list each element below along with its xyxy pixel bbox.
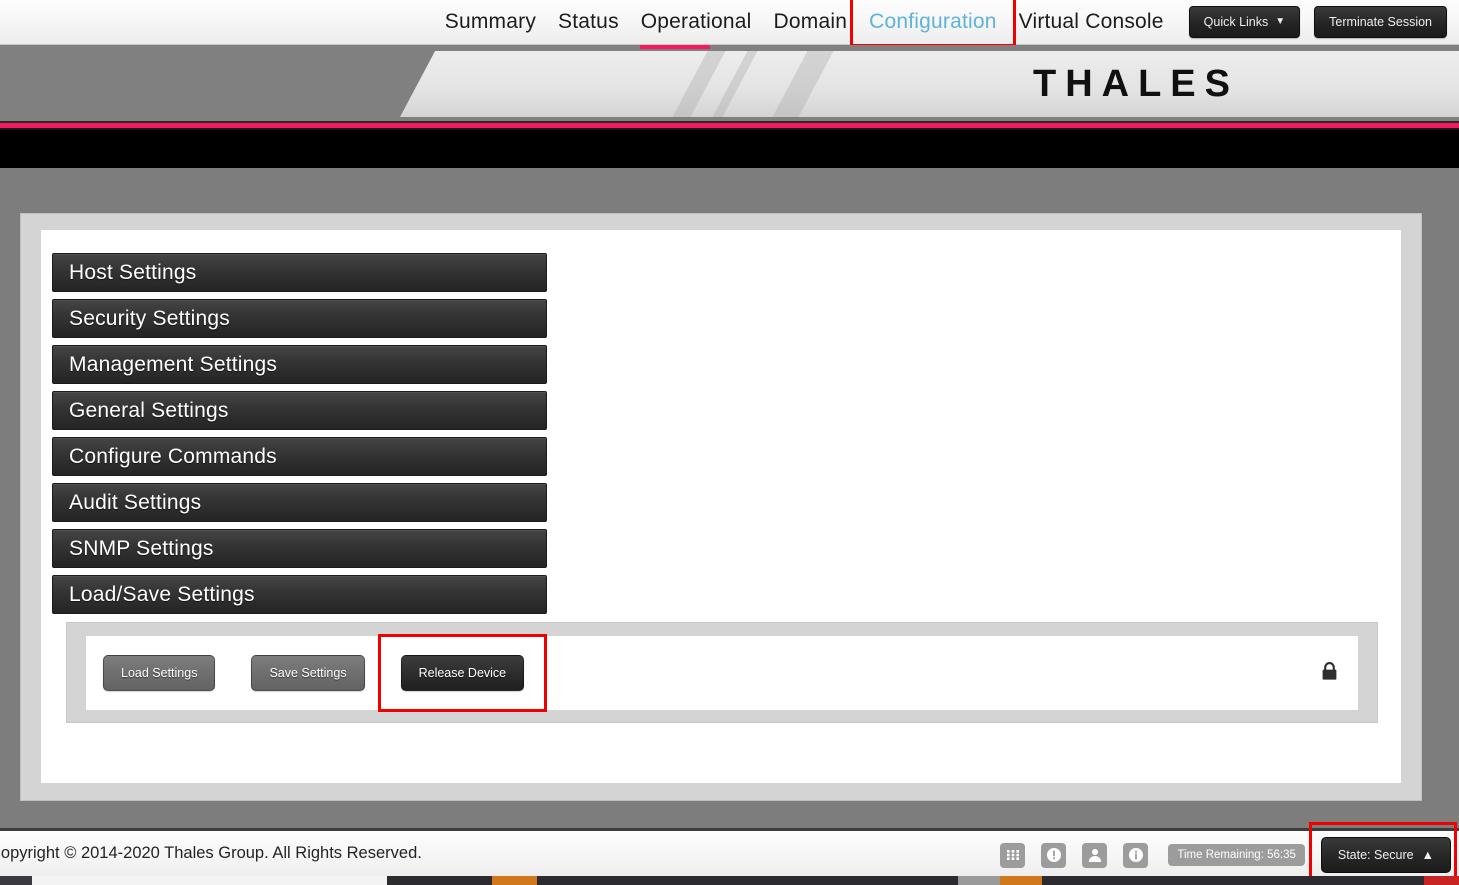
time-remaining-badge: Time Remaining: 56:35 <box>1168 844 1305 866</box>
brand-banner: THALES <box>0 45 1459 123</box>
quick-links-label: Quick Links <box>1203 15 1269 29</box>
content-outer-panel: Host Settings Security Settings Manageme… <box>20 213 1422 801</box>
taskbar-segment-3 <box>492 876 537 885</box>
state-secure-button[interactable]: State: Secure ▲ <box>1320 837 1451 873</box>
menu-item-load-save-settings[interactable]: Load/Save Settings <box>52 575 547 614</box>
brand-accent-line <box>0 121 1459 130</box>
taskbar-segment-5 <box>1000 876 1042 885</box>
menu-item-snmp-settings[interactable]: SNMP Settings <box>52 529 547 568</box>
top-navigation-bar: Summary Status Operational Domain Config… <box>0 0 1459 47</box>
grid-icon[interactable] <box>1000 842 1026 868</box>
footer-bar: Copyright © 2014-2020 Thales Group. All … <box>0 822 1459 885</box>
taskbar-segment-6 <box>1424 876 1459 885</box>
action-panel-inner: Load Settings Save Settings Release Devi… <box>86 634 1358 712</box>
release-device-button[interactable]: Release Device <box>400 655 525 691</box>
content-white-panel: Host Settings Security Settings Manageme… <box>41 230 1401 783</box>
menu-item-management-settings[interactable]: Management Settings <box>52 345 547 384</box>
thales-logo: THALES <box>1033 63 1239 105</box>
chevron-down-icon: ▼ <box>1275 16 1286 27</box>
nav-configuration-wrapper: Configuration <box>850 0 1016 47</box>
taskbar-segment-1 <box>0 876 32 885</box>
menu-item-general-settings[interactable]: General Settings <box>52 391 547 430</box>
state-secure-label: State: Secure <box>1337 848 1414 862</box>
info-icon[interactable] <box>1123 842 1149 868</box>
nav-link-virtual-console[interactable]: Virtual Console <box>1008 7 1175 37</box>
application-root: Summary Status Operational Domain Config… <box>0 0 1459 885</box>
main-stage: Host Settings Security Settings Manageme… <box>0 168 1459 828</box>
quick-links-button[interactable]: Quick Links ▼ <box>1188 6 1301 38</box>
nav-link-configuration[interactable]: Configuration <box>858 7 1008 36</box>
copyright-text: Copyright © 2014-2020 Thales Group. All … <box>0 844 422 862</box>
nav-link-operational[interactable]: Operational <box>630 7 763 37</box>
brand-accent-tick <box>640 45 710 49</box>
lock-icon <box>1321 662 1338 681</box>
settings-menu-list: Host Settings Security Settings Manageme… <box>52 253 547 621</box>
action-button-row: Load Settings Save Settings Release Devi… <box>103 634 548 712</box>
save-settings-button[interactable]: Save Settings <box>251 655 365 691</box>
taskbar-segment-4 <box>958 876 1000 885</box>
user-icon[interactable] <box>1082 842 1108 868</box>
sub-header-band <box>0 130 1459 168</box>
taskbar-segment-2 <box>32 876 387 885</box>
brand-slab <box>400 51 1459 117</box>
load-settings-button[interactable]: Load Settings <box>103 655 216 691</box>
action-panel-outer: Load Settings Save Settings Release Devi… <box>66 622 1378 723</box>
alert-icon[interactable] <box>1041 842 1067 868</box>
menu-item-security-settings[interactable]: Security Settings <box>52 299 547 338</box>
nav-link-domain[interactable]: Domain <box>763 7 859 37</box>
nav-link-status[interactable]: Status <box>547 7 630 37</box>
menu-item-configure-commands[interactable]: Configure Commands <box>52 437 547 476</box>
chevron-up-icon: ▲ <box>1421 848 1434 862</box>
menu-item-audit-settings[interactable]: Audit Settings <box>52 483 547 522</box>
state-button-wrapper: State: Secure ▲ <box>1308 822 1457 885</box>
os-taskbar-sliver <box>0 876 1459 885</box>
terminate-session-button[interactable]: Terminate Session <box>1314 6 1447 38</box>
footer-right-cluster: Time Remaining: 56:35 State: Secure ▲ <box>992 822 1457 885</box>
nav-link-summary[interactable]: Summary <box>434 7 547 37</box>
menu-item-host-settings[interactable]: Host Settings <box>52 253 547 292</box>
release-device-wrapper: Release Device <box>377 634 548 712</box>
